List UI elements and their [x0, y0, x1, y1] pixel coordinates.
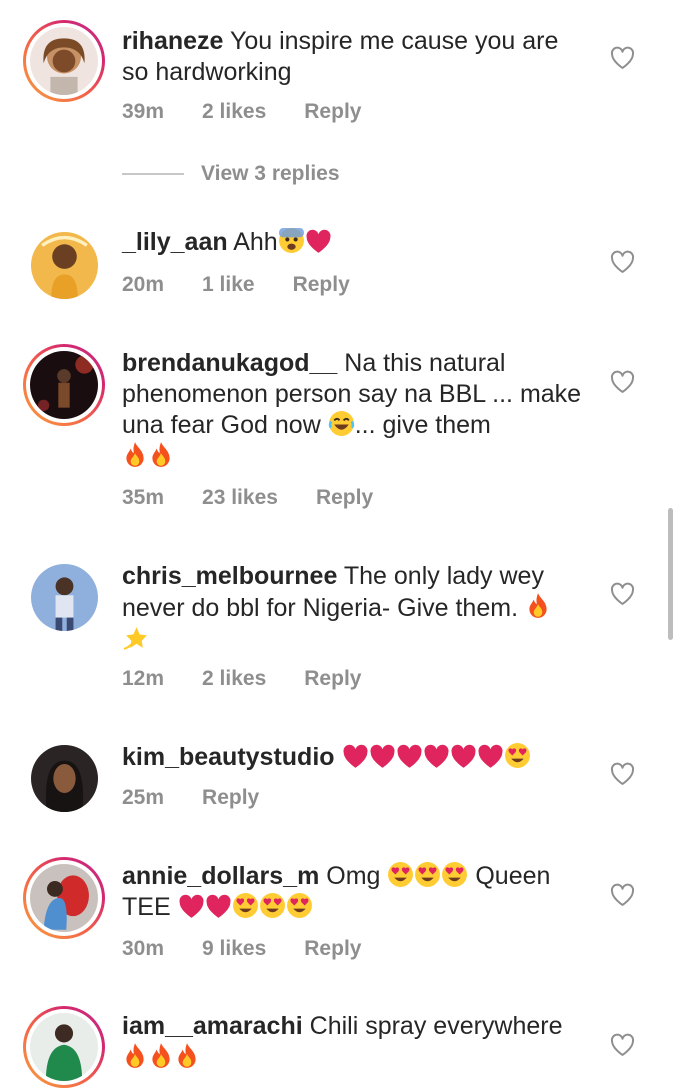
- reply-button[interactable]: Reply: [202, 786, 259, 810]
- view-replies-button[interactable]: View 3 replies: [122, 162, 340, 186]
- reply-button[interactable]: Reply: [304, 937, 361, 961]
- comment-meta: 20m 1 like Reply: [122, 273, 388, 297]
- comment-text: kim_beautystudio: [122, 742, 582, 773]
- username[interactable]: rihaneze: [122, 27, 223, 55]
- avatar[interactable]: [31, 564, 98, 631]
- username[interactable]: annie_dollars_m: [122, 862, 319, 890]
- timestamp: 25m: [122, 786, 165, 809]
- red-heart-emoji-icon: [342, 744, 369, 769]
- avatar[interactable]: [31, 745, 98, 812]
- timestamp: 35m: [122, 486, 165, 509]
- red-heart-emoji-icon: [477, 744, 504, 769]
- red-heart-emoji-icon: [305, 229, 332, 254]
- red-heart-emoji-icon: [450, 744, 477, 769]
- heart-eyes-emoji-icon: [414, 861, 441, 888]
- likes-count[interactable]: 1 like: [202, 273, 255, 297]
- reply-button[interactable]: Reply: [304, 667, 361, 691]
- reply-button[interactable]: Reply: [304, 100, 361, 124]
- comment-meta: 39m 2 likes Reply: [122, 100, 399, 124]
- comment-text: annie_dollars_m Omg Queen TEE: [122, 861, 551, 921]
- red-heart-emoji-icon: [396, 744, 423, 769]
- username[interactable]: kim_beautystudio: [122, 743, 335, 771]
- timestamp: 20m: [122, 273, 165, 296]
- comment-text: _lily_aan Ahh: [122, 227, 582, 258]
- heart-outline-icon[interactable]: [610, 883, 635, 907]
- comment-meta: 25m Reply: [122, 786, 297, 810]
- username[interactable]: chris_melbournee: [122, 562, 337, 590]
- red-heart-emoji-icon: [423, 744, 450, 769]
- username[interactable]: brendanukagod__: [122, 349, 337, 377]
- heart-eyes-emoji-icon: [286, 892, 313, 919]
- likes-count[interactable]: 2 likes: [202, 667, 266, 691]
- reply-button[interactable]: Reply: [293, 273, 350, 297]
- comment-meta: 12m 2 likes Reply: [122, 667, 399, 691]
- likes-count[interactable]: 2 likes: [202, 100, 266, 124]
- timestamp: 12m: [122, 667, 165, 690]
- avatar[interactable]: [23, 344, 105, 426]
- heart-eyes-emoji-icon: [232, 892, 259, 919]
- red-heart-emoji-icon: [205, 894, 232, 919]
- fire-emoji-icon: [174, 1042, 200, 1070]
- laughing-emoji-icon: [328, 410, 355, 437]
- username[interactable]: _lily_aan: [122, 228, 228, 256]
- avatar[interactable]: [23, 20, 105, 102]
- heart-outline-icon[interactable]: [610, 46, 635, 70]
- username[interactable]: iam__amarachi: [122, 1012, 303, 1040]
- comment-meta: 35m 23 likes Reply: [122, 486, 411, 510]
- fire-emoji-icon: [148, 1042, 174, 1070]
- comment-meta: 30m 9 likes Reply: [122, 937, 399, 961]
- heart-outline-icon[interactable]: [610, 762, 635, 786]
- heart-eyes-emoji-icon: [504, 742, 531, 769]
- avatar[interactable]: [31, 232, 98, 299]
- reply-button[interactable]: Reply: [316, 486, 373, 510]
- red-heart-emoji-icon: [369, 744, 396, 769]
- heart-outline-icon[interactable]: [610, 250, 635, 274]
- divider: [122, 173, 184, 175]
- likes-count[interactable]: 9 likes: [202, 937, 266, 961]
- comment-text: rihaneze You inspire me cause you are so…: [122, 27, 559, 86]
- fire-emoji-icon: [525, 592, 551, 620]
- fire-emoji-icon: [122, 1042, 148, 1070]
- likes-count[interactable]: 23 likes: [202, 486, 278, 510]
- heart-eyes-emoji-icon: [441, 861, 468, 888]
- comment-text: iam__amarachi Chili spray everywhere: [122, 1011, 582, 1074]
- dizzy-emoji-icon: [122, 624, 149, 651]
- comment-text: brendanukagod__ Na this natural phenomen…: [122, 348, 582, 473]
- scrollbar[interactable]: [668, 508, 673, 640]
- heart-outline-icon[interactable]: [610, 370, 635, 394]
- heart-eyes-emoji-icon: [387, 861, 414, 888]
- fire-emoji-icon: [148, 441, 174, 469]
- heart-outline-icon[interactable]: [610, 1033, 635, 1057]
- heart-outline-icon[interactable]: [610, 582, 635, 606]
- avatar[interactable]: [23, 857, 105, 939]
- comment-text: chris_melbournee The only lady wey never…: [122, 561, 582, 655]
- heart-eyes-emoji-icon: [259, 892, 286, 919]
- timestamp: 30m: [122, 937, 165, 960]
- timestamp: 39m: [122, 100, 165, 123]
- red-heart-emoji-icon: [178, 894, 205, 919]
- scared-emoji-icon: [278, 227, 305, 254]
- fire-emoji-icon: [122, 441, 148, 469]
